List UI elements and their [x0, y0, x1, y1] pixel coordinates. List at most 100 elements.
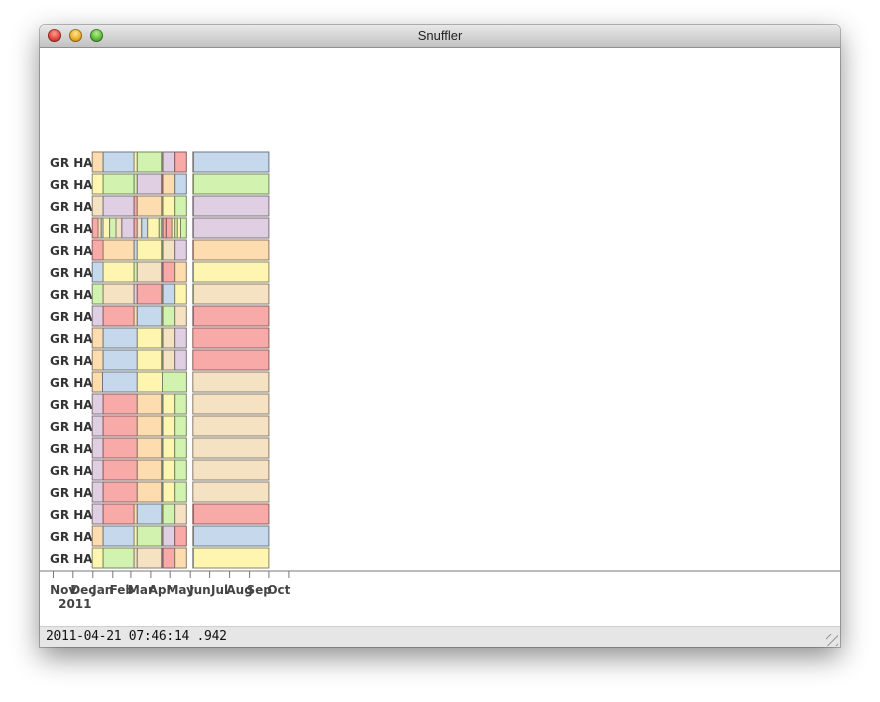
- data-segment[interactable]: [162, 503, 176, 525]
- data-segment[interactable]: [91, 239, 104, 261]
- data-segment[interactable]: [91, 459, 104, 481]
- data-segment[interactable]: [192, 349, 270, 371]
- data-segment[interactable]: [91, 261, 104, 283]
- data-segment[interactable]: [136, 481, 163, 503]
- data-segment[interactable]: [192, 305, 270, 327]
- data-segment[interactable]: [192, 415, 270, 437]
- data-segment[interactable]: [102, 503, 135, 525]
- data-segment[interactable]: [102, 437, 138, 459]
- data-segment[interactable]: [162, 283, 176, 305]
- data-segment[interactable]: [102, 217, 111, 239]
- title-bar[interactable]: Snuffler: [40, 25, 840, 48]
- data-segment[interactable]: [91, 415, 104, 437]
- data-segment[interactable]: [192, 239, 270, 261]
- data-segment[interactable]: [162, 371, 187, 393]
- data-segment[interactable]: [192, 437, 270, 459]
- data-segment[interactable]: [91, 305, 104, 327]
- data-segment[interactable]: [192, 173, 270, 195]
- data-segment[interactable]: [102, 393, 138, 415]
- data-segment[interactable]: [109, 217, 117, 239]
- data-segment[interactable]: [91, 327, 104, 349]
- data-segment[interactable]: [174, 305, 187, 327]
- data-segment[interactable]: [192, 217, 270, 239]
- data-segment[interactable]: [91, 371, 104, 393]
- data-segment[interactable]: [102, 415, 138, 437]
- data-segment[interactable]: [136, 393, 163, 415]
- data-segment[interactable]: [192, 459, 270, 481]
- data-segment[interactable]: [162, 481, 176, 503]
- data-segment[interactable]: [136, 437, 163, 459]
- data-segment[interactable]: [136, 525, 163, 547]
- data-segment[interactable]: [136, 415, 163, 437]
- data-segment[interactable]: [115, 217, 123, 239]
- data-segment[interactable]: [102, 547, 135, 569]
- data-segment[interactable]: [174, 503, 187, 525]
- data-segment[interactable]: [102, 525, 135, 547]
- data-segment[interactable]: [102, 195, 135, 217]
- data-segment[interactable]: [136, 283, 163, 305]
- data-segment[interactable]: [91, 437, 104, 459]
- data-segment[interactable]: [102, 349, 138, 371]
- data-segment[interactable]: [136, 459, 163, 481]
- data-segment[interactable]: [174, 327, 187, 349]
- data-segment[interactable]: [174, 547, 187, 569]
- data-segment[interactable]: [162, 195, 176, 217]
- data-segment[interactable]: [192, 261, 270, 283]
- data-segment[interactable]: [162, 437, 176, 459]
- data-segment[interactable]: [174, 151, 187, 173]
- data-segment[interactable]: [174, 393, 187, 415]
- data-segment[interactable]: [192, 151, 270, 173]
- data-segment[interactable]: [192, 283, 270, 305]
- data-segment[interactable]: [147, 217, 160, 239]
- data-segment[interactable]: [174, 459, 187, 481]
- data-segment[interactable]: [192, 481, 270, 503]
- data-segment[interactable]: [91, 547, 104, 569]
- data-segment[interactable]: [102, 481, 138, 503]
- resize-grip-icon[interactable]: [826, 634, 838, 646]
- data-segment[interactable]: [174, 437, 187, 459]
- data-segment[interactable]: [174, 173, 187, 195]
- data-segment[interactable]: [162, 261, 176, 283]
- data-segment[interactable]: [102, 459, 138, 481]
- data-segment[interactable]: [136, 239, 163, 261]
- data-segment[interactable]: [102, 327, 138, 349]
- data-segment[interactable]: [91, 349, 104, 371]
- data-segment[interactable]: [136, 151, 163, 173]
- data-segment[interactable]: [192, 195, 270, 217]
- data-segment[interactable]: [174, 239, 187, 261]
- data-segment[interactable]: [174, 283, 187, 305]
- data-segment[interactable]: [91, 393, 104, 415]
- timeline-view[interactable]: GR HAM3 BHEGR HAM3 BHNGR HAM3 BHZGR HAM3…: [40, 48, 840, 626]
- data-segment[interactable]: [136, 371, 164, 393]
- data-segment[interactable]: [136, 173, 163, 195]
- data-segment[interactable]: [102, 305, 135, 327]
- data-segment[interactable]: [141, 217, 149, 239]
- data-segment[interactable]: [162, 459, 176, 481]
- data-segment[interactable]: [162, 525, 176, 547]
- data-segment[interactable]: [174, 415, 187, 437]
- data-segment[interactable]: [102, 151, 135, 173]
- data-segment[interactable]: [91, 503, 104, 525]
- data-segment[interactable]: [192, 371, 270, 393]
- data-segment[interactable]: [136, 327, 163, 349]
- data-segment[interactable]: [102, 261, 135, 283]
- data-segment[interactable]: [174, 195, 187, 217]
- data-segment[interactable]: [136, 217, 143, 239]
- data-segment[interactable]: [136, 547, 163, 569]
- data-segment[interactable]: [91, 195, 104, 217]
- data-segment[interactable]: [136, 349, 163, 371]
- data-segment[interactable]: [162, 415, 176, 437]
- data-segment[interactable]: [180, 217, 187, 239]
- data-segment[interactable]: [192, 327, 270, 349]
- data-segment[interactable]: [162, 239, 176, 261]
- data-segment[interactable]: [91, 481, 104, 503]
- data-segment[interactable]: [91, 525, 104, 547]
- data-segment[interactable]: [91, 217, 99, 239]
- data-segment[interactable]: [91, 173, 104, 195]
- data-segment[interactable]: [174, 481, 187, 503]
- data-segment[interactable]: [165, 217, 173, 239]
- data-segment[interactable]: [162, 305, 176, 327]
- data-segment[interactable]: [174, 349, 187, 371]
- data-segment[interactable]: [192, 503, 270, 525]
- data-segment[interactable]: [136, 195, 163, 217]
